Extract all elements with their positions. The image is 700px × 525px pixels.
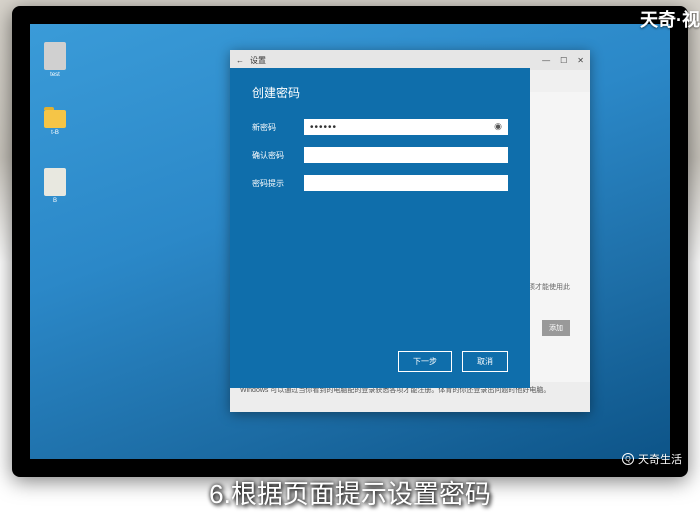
desktop-icon-0[interactable]: test <box>42 42 68 78</box>
password-hint-label: 密码提示 <box>252 178 304 189</box>
monitor-frame: test t-B B ← 设置 — ☐ ✕ <box>12 6 688 477</box>
panel-buttons: 下一步 取消 <box>252 351 508 372</box>
file-icon <box>44 168 66 196</box>
file-icon <box>44 42 66 70</box>
reveal-password-icon[interactable]: ◉ <box>494 121 502 132</box>
close-icon[interactable]: ✕ <box>577 56 584 65</box>
icon-label: test <box>50 72 60 78</box>
field-confirm-password: 确认密码 <box>252 147 508 163</box>
icon-label: t-B <box>51 130 59 136</box>
confirm-password-input[interactable] <box>304 147 508 163</box>
minimize-icon[interactable]: — <box>542 56 550 65</box>
next-button[interactable]: 下一步 <box>398 351 452 372</box>
watermark-top: 天奇·视 <box>640 6 700 32</box>
create-password-panel: 创建密码 新密码 •••••• ◉ 确认密码 密码提示 <box>230 68 530 388</box>
password-hint-input[interactable] <box>304 175 508 191</box>
panel-title: 创建密码 <box>252 84 508 101</box>
field-password-hint: 密码提示 <box>252 175 508 191</box>
icon-label: B <box>53 198 57 204</box>
desktop-icon-1[interactable]: t-B <box>42 110 68 136</box>
password-dots: •••••• <box>310 122 337 133</box>
video-caption: 6.根据页面提示设置密码 <box>0 474 700 511</box>
desktop-icon-2[interactable]: B <box>42 168 68 204</box>
desktop-icons: test t-B B <box>42 42 68 236</box>
watermark-bottom-text: 天奇生活 <box>638 451 682 467</box>
watermark-logo-icon: Q <box>622 453 634 465</box>
cancel-button[interactable]: 取消 <box>462 351 508 372</box>
desktop-screen: test t-B B ← 设置 — ☐ ✕ <box>30 24 670 459</box>
window-title: 设置 <box>250 55 266 66</box>
window-titlebar: ← 设置 — ☐ ✕ <box>230 50 590 70</box>
folder-icon <box>44 110 66 128</box>
new-password-input[interactable]: •••••• ◉ <box>304 119 508 135</box>
add-button[interactable]: 添加 <box>542 320 570 336</box>
watermark-bottom: Q 天奇生活 <box>622 451 682 467</box>
field-new-password: 新密码 •••••• ◉ <box>252 119 508 135</box>
new-password-label: 新密码 <box>252 122 304 133</box>
confirm-password-label: 确认密码 <box>252 150 304 161</box>
maximize-icon[interactable]: ☐ <box>560 56 567 65</box>
back-icon[interactable]: ← <box>236 56 244 65</box>
